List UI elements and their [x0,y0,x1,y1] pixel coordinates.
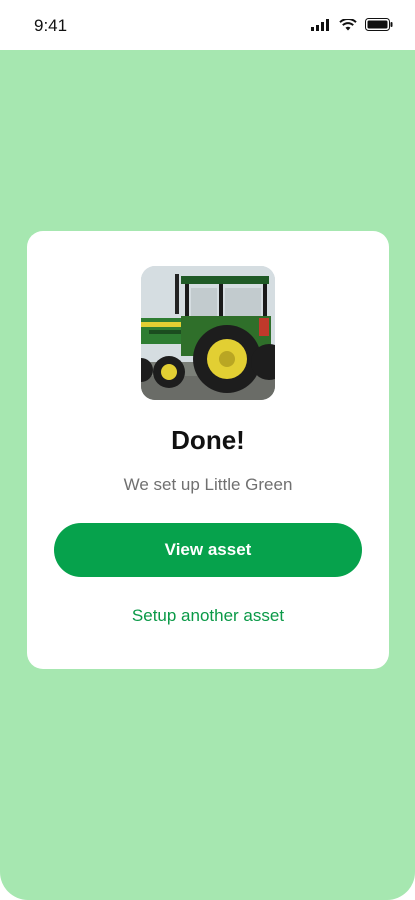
battery-icon [365,18,393,36]
asset-thumbnail [141,266,275,400]
success-card: Done! We set up Little Green View asset … [27,231,389,669]
tractor-image [141,266,275,400]
status-time: 9:41 [34,16,68,35]
wifi-icon [339,18,357,36]
status-icons [311,18,393,36]
success-subtitle: We set up Little Green [123,475,293,494]
setup-another-asset-link[interactable]: Setup another asset [27,606,389,626]
status-bar: 9:41 [0,0,415,50]
signal-icon [311,18,331,36]
view-asset-button[interactable]: View asset [54,523,362,577]
success-screen: Done! We set up Little Green View asset … [0,50,415,900]
success-title: Done! [171,425,245,455]
